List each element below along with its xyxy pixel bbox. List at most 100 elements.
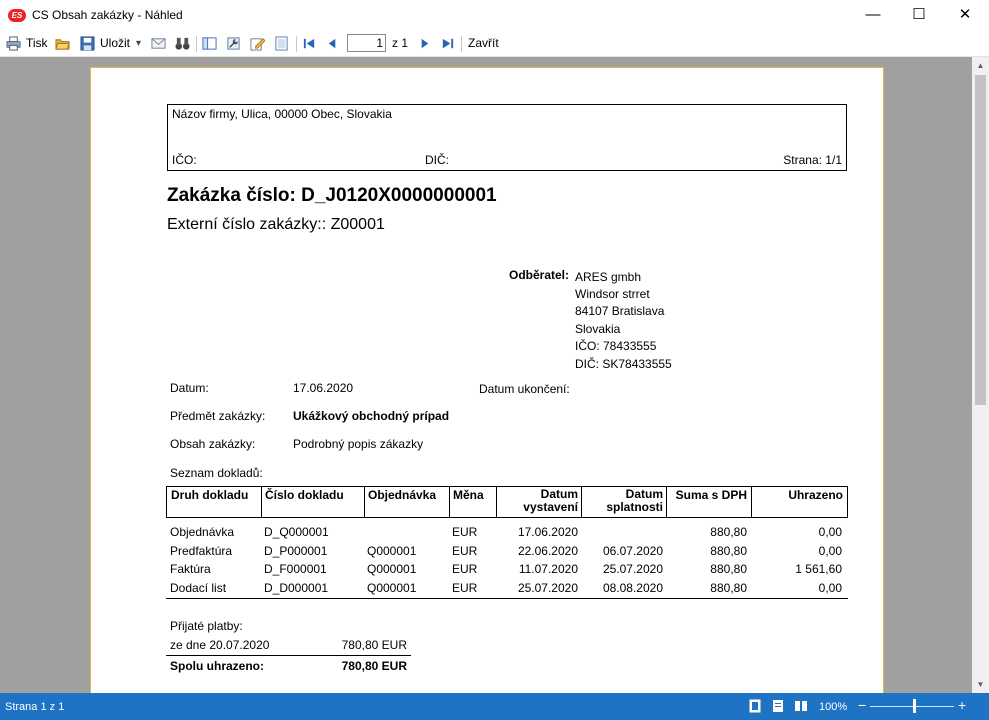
scrollbar-thumb[interactable] [975,75,986,405]
cell-document-type: Faktúra [170,562,211,576]
header-order: Objednávka [368,488,437,502]
scroll-up-arrow-icon[interactable]: ▲ [972,57,989,74]
last-page-icon[interactable] [440,36,455,51]
cell-document-type: Dodací list [170,581,227,595]
customer-street: Windsor strret [575,287,650,301]
minimize-button[interactable]: — [850,0,896,32]
zoom-slider-track[interactable] [870,706,954,707]
customer-city: 84107 Bratislava [575,304,665,318]
cell-currency: EUR [452,562,478,576]
scroll-down-arrow-icon[interactable]: ▼ [972,676,989,693]
company-name: Názov firmy, Ulica, 00000 Obec, Slovakia [172,107,392,121]
end-date-label: Datum ukončení: [479,382,570,396]
header-paid: Uhrazeno [788,488,843,502]
customer-country: Slovakia [575,322,621,336]
cell-paid: 0,00 [818,544,842,558]
floppy-disk-icon [80,36,95,51]
toolbar-separator [461,36,462,52]
print-label: Tisk [26,36,48,50]
header-due-date-2: splatnosti [606,500,663,514]
date-value: 17.06.2020 [293,381,354,395]
cell-issue-date: 17.06.2020 [517,525,578,539]
zoom-in-button[interactable]: + [958,697,966,713]
cell-paid: 1 561,60 [795,562,842,576]
payment-date: ze dne 20.07.2020 [170,638,270,652]
page-width-view-icon[interactable] [771,699,785,713]
cell-total: 880,80 [710,544,747,558]
header-currency: Měna [453,488,484,502]
edit-pencil-icon[interactable] [250,36,265,51]
preview-viewport: Názov firmy, Ulica, 00000 Obec, Slovakia… [0,57,972,693]
header-issue-date-2: vystavení [523,500,578,514]
payments-label: Přijaté platby: [170,619,243,633]
cell-total: 880,80 [710,581,747,595]
customer-label: Odběratel: [509,268,570,282]
cell-issue-date: 25.07.2020 [517,581,578,595]
column-divider [364,487,365,517]
next-page-icon[interactable] [417,36,432,51]
customer-name: ARES gmbh [575,270,642,284]
status-bar: Strana 1 z 1 100% − + [0,693,989,720]
customer-dic: DIČ: SK78433555 [575,357,672,371]
vertical-scrollbar[interactable]: ▲ ▼ [972,57,989,693]
page-number-input[interactable]: 1 [347,34,386,52]
save-dropdown-arrow-icon[interactable]: ▾ [136,35,141,52]
open-folder-icon[interactable] [55,36,70,51]
cell-paid: 0,00 [818,581,842,595]
content-label: Obsah zakázky: [170,437,256,451]
report-header-box: Názov firmy, Ulica, 00000 Obec, Slovakia… [167,104,847,171]
page-setup-icon[interactable] [274,36,289,51]
maximize-button[interactable]: ☐ [896,0,942,32]
page-indicator: Strana: 1/1 [783,153,842,167]
cell-document-number: D_Q000001 [264,525,329,539]
close-window-button[interactable]: ✕ [942,0,988,32]
first-page-icon[interactable] [302,36,317,51]
settings-wrench-icon[interactable] [226,36,241,51]
cell-order: Q000001 [367,544,417,558]
cell-document-type: Objednávka [170,525,235,539]
app-logo-icon: ES [8,9,26,22]
page-count-label: z 1 [392,36,409,50]
toolbar-separator [196,36,197,52]
binoculars-icon[interactable] [175,36,190,51]
single-page-view-icon[interactable] [748,699,762,713]
customer-ico: IČO: 78433555 [575,339,657,353]
company-dic-label: DIČ: [425,153,449,167]
cell-document-type: Predfaktúra [170,544,233,558]
content-value: Podrobný popis zákazky [293,437,424,451]
zoom-slider-thumb[interactable] [913,699,916,713]
toolbar: Tisk Uložit ▾ 1 z 1 Zavřít [0,32,989,57]
email-icon[interactable] [151,36,166,51]
cell-currency: EUR [452,581,478,595]
zoom-out-button[interactable]: − [858,697,866,713]
zoom-level-label: 100% [819,701,848,713]
cell-document-number: D_F000001 [264,562,327,576]
close-preview-button[interactable]: Zavřít [468,35,499,52]
cell-document-number: D_P000001 [264,544,328,558]
date-label: Datum: [170,381,209,395]
documents-list-label: Seznam dokladů: [170,466,263,480]
payments-total-line [166,655,411,656]
printer-icon [6,36,21,51]
page-layout-icon[interactable] [202,36,217,51]
cell-paid: 0,00 [818,525,842,539]
payment-amount: 780,80 EUR [341,638,407,652]
window-title: CS Obsah zakázky - Náhled [32,8,183,22]
cell-due-date: 25.07.2020 [602,562,663,576]
cell-document-number: D_D000001 [264,581,329,595]
cell-due-date: 08.08.2020 [602,581,663,595]
column-divider [261,487,262,517]
header-total-with-vat: Suma s DPH [675,488,747,502]
header-document-type: Druh dokladu [171,488,249,502]
status-page-info: Strana 1 z 1 [5,701,65,713]
subject-value: Ukážkový obchodný prípad [293,409,450,423]
multi-page-view-icon[interactable] [794,699,808,713]
toolbar-separator [296,36,297,52]
cell-issue-date: 22.06.2020 [517,544,578,558]
column-divider [449,487,450,517]
previous-page-icon[interactable] [325,36,340,51]
cell-due-date: 06.07.2020 [602,544,663,558]
cell-total: 880,80 [710,525,747,539]
cell-total: 880,80 [710,562,747,576]
company-ico-label: IČO: [172,153,197,167]
